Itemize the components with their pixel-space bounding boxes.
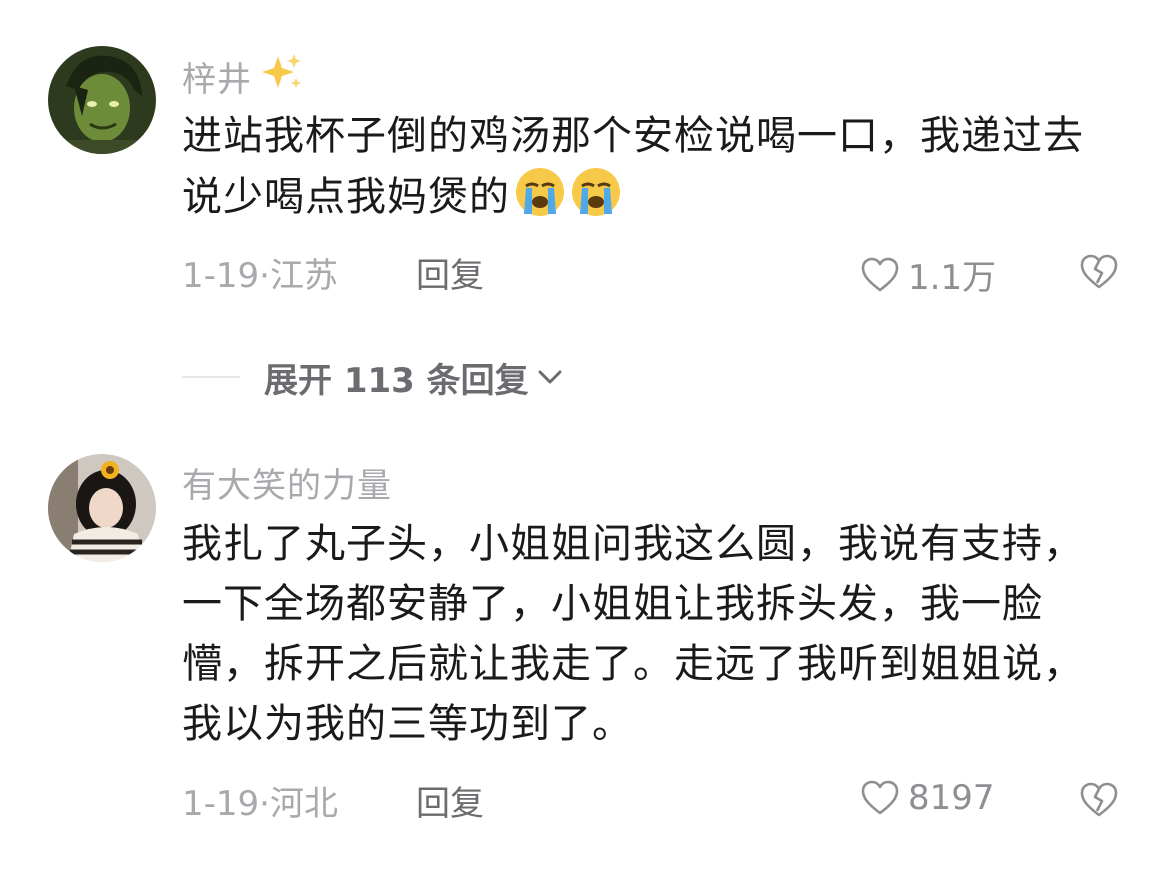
comment-meta: 1-19·河北 — [182, 776, 338, 825]
avatar[interactable] — [48, 46, 156, 154]
reply-button[interactable]: 回复 — [416, 248, 484, 297]
avatar[interactable] — [48, 454, 156, 562]
date-location: 1-19·河北 — [182, 784, 338, 824]
like-count: 1.1万 — [908, 258, 997, 298]
reply-button[interactable]: 回复 — [416, 776, 484, 825]
dislike-button[interactable] — [1078, 780, 1120, 824]
like-button[interactable]: 1.1万 — [860, 250, 996, 299]
divider-line — [182, 376, 240, 378]
reply-label: 回复 — [416, 784, 484, 824]
heart-icon — [861, 780, 899, 815]
expand-replies-button[interactable]: 展开 113 条回复 — [264, 353, 565, 402]
username[interactable]: 梓井 — [182, 52, 304, 101]
chevron-down-icon — [538, 370, 562, 384]
avatar-image — [48, 454, 156, 562]
comment-text-content: 我扎了丸子头，小姐姐问我这么圆，我说有支持，一下全场都安静了，小姐姐让我拆头发，… — [182, 521, 1084, 747]
username-text: 梓井 — [182, 60, 252, 100]
expand-replies-label: 展开 113 条回复 — [264, 360, 529, 401]
comment-text: 我扎了丸子头，小姐姐问我这么圆，我说有支持，一下全场都安静了，小姐姐让我拆头发，… — [182, 514, 1102, 754]
reply-label: 回复 — [416, 256, 484, 296]
like-count: 8197 — [908, 778, 995, 818]
comment-text-content: 进站我杯子倒的鸡汤那个安检说喝一口，我递过去说少喝点我妈煲的 — [182, 113, 1084, 220]
broken-heart-icon — [1080, 254, 1118, 289]
sparkles-icon — [258, 52, 304, 101]
loudly-crying-face-icon — [514, 166, 566, 235]
heart-icon — [861, 257, 899, 291]
broken-heart-icon — [1080, 782, 1118, 817]
date-location: 1-19·江苏 — [182, 256, 338, 296]
comment-meta: 1-19·江苏 — [182, 248, 338, 297]
dislike-button[interactable] — [1078, 252, 1120, 296]
like-button[interactable]: 8197 — [860, 778, 995, 818]
comment-text: 进站我杯子倒的鸡汤那个安检说喝一口，我递过去说少喝点我妈煲的 — [182, 106, 1102, 235]
username-text: 有大笑的力量 — [182, 466, 392, 506]
username[interactable]: 有大笑的力量 — [182, 458, 392, 507]
expand-replies-row: 展开 113 条回复 — [182, 352, 565, 402]
loudly-crying-face-icon — [570, 166, 622, 235]
avatar-image — [48, 46, 156, 154]
